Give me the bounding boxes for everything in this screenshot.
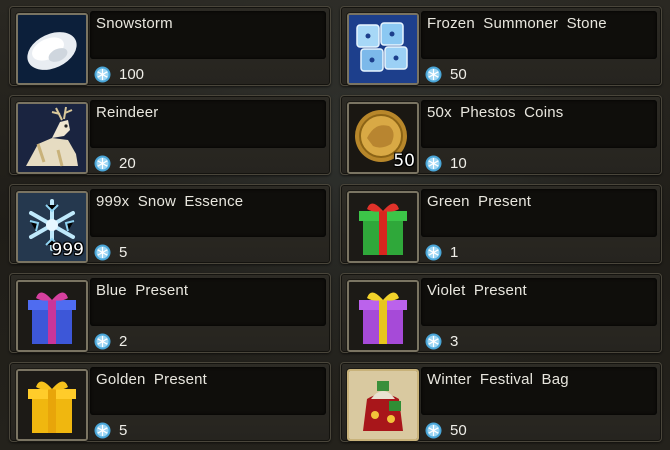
green-present-icon: [347, 191, 419, 263]
blue-present-icon: [16, 280, 88, 352]
price-amount: 50: [450, 65, 467, 83]
shop-item-snow-essence[interactable]: 999 999x Snow Essence 5: [9, 184, 331, 264]
price-amount: 1: [450, 243, 459, 261]
snowflake-gem-icon: [425, 244, 442, 260]
shop-item-green-present[interactable]: Green Present 1: [340, 184, 662, 264]
shop-item-snowstorm[interactable]: Snowstorm 100: [9, 6, 331, 86]
item-name: Golden Present: [96, 371, 208, 388]
item-price: 50: [425, 421, 467, 439]
item-price: 20: [94, 154, 136, 172]
item-price: 10: [425, 154, 467, 172]
shop-item-frozen-summoner-stone[interactable]: Frozen Summoner Stone 50: [340, 6, 662, 86]
item-name: 999x Snow Essence: [96, 193, 244, 210]
snowflake-gem-icon: [425, 333, 442, 349]
shop-item-reindeer[interactable]: Reindeer 20: [9, 95, 331, 175]
item-quantity-badge: 999: [51, 240, 84, 260]
item-price: 2: [94, 332, 127, 350]
price-amount: 5: [119, 421, 128, 439]
snowflake-gem-icon: [425, 155, 442, 171]
price-amount: 5: [119, 243, 128, 261]
item-price: 3: [425, 332, 458, 350]
snowflake-gem-icon: [94, 155, 111, 171]
item-name: Snowstorm: [96, 15, 173, 32]
price-amount: 20: [119, 154, 136, 172]
item-name: Winter Festival Bag: [427, 371, 569, 388]
item-price: 5: [94, 421, 127, 439]
snow-essence-icon: 999: [16, 191, 88, 263]
item-name: Frozen Summoner Stone: [427, 15, 607, 32]
snowflake-gem-icon: [94, 66, 111, 82]
price-amount: 10: [450, 154, 467, 172]
item-name: Green Present: [427, 193, 532, 210]
shop-item-phestos-coins[interactable]: 50 50x Phestos Coins 10: [340, 95, 662, 175]
phestos-coin-icon: 50: [347, 102, 419, 174]
item-quantity-badge: 50: [393, 151, 415, 171]
snowflake-gem-icon: [94, 244, 111, 260]
item-price: 5: [94, 243, 127, 261]
shop-grid: Snowstorm 100 Frozen Summoner Stone 50 R…: [0, 0, 670, 450]
item-name: 50x Phestos Coins: [427, 104, 564, 121]
snowflake-gem-icon: [94, 422, 111, 438]
shop-item-golden-present[interactable]: Golden Present 5: [9, 362, 331, 442]
shop-item-blue-present[interactable]: Blue Present 2: [9, 273, 331, 353]
snowflake-gem-icon: [425, 422, 442, 438]
reindeer-icon: [16, 102, 88, 174]
item-name: Violet Present: [427, 282, 527, 299]
snowflake-gem-icon: [425, 66, 442, 82]
violet-present-icon: [347, 280, 419, 352]
snowflake-gem-icon: [94, 333, 111, 349]
price-amount: 2: [119, 332, 128, 350]
frozen-summoner-stone-icon: [347, 13, 419, 85]
item-name: Reindeer: [96, 104, 159, 121]
item-price: 100: [94, 65, 144, 83]
snowstorm-icon: [16, 13, 88, 85]
item-name: Blue Present: [96, 282, 189, 299]
shop-item-violet-present[interactable]: Violet Present 3: [340, 273, 662, 353]
shop-item-winter-festival-bag[interactable]: Winter Festival Bag 50: [340, 362, 662, 442]
price-amount: 100: [119, 65, 145, 83]
price-amount: 3: [450, 332, 459, 350]
item-price: 1: [425, 243, 458, 261]
price-amount: 50: [450, 421, 467, 439]
winter-festival-bag-icon: [347, 369, 419, 441]
golden-present-icon: [16, 369, 88, 441]
item-price: 50: [425, 65, 467, 83]
